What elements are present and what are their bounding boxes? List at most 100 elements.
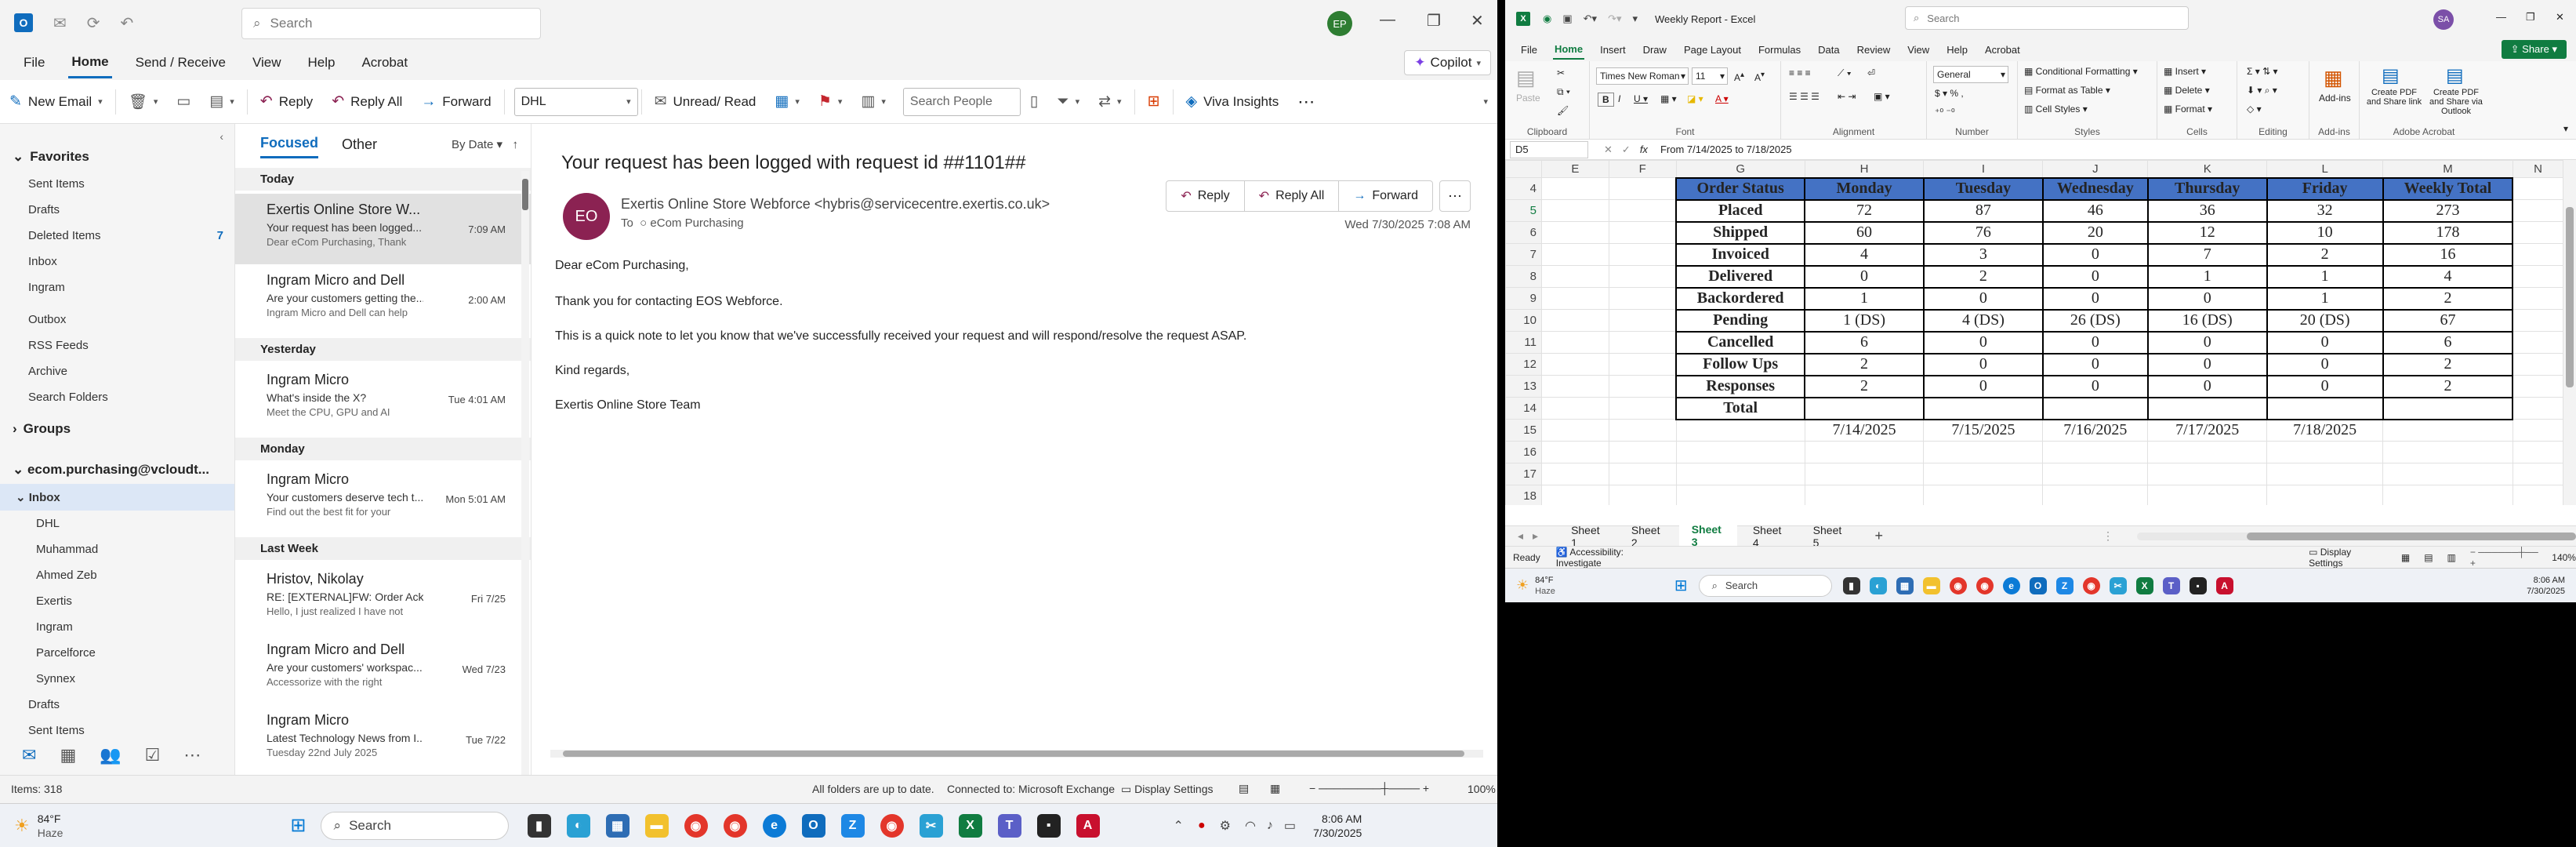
formula-cancel-icon[interactable]: ✕ [1604,144,1613,156]
cell[interactable] [1608,397,1677,420]
tab-other[interactable]: Other [342,136,377,153]
folder-outbox[interactable]: Outbox [0,307,234,333]
data-cell[interactable]: 178 [2382,220,2514,245]
new-email-button[interactable]: ✎ New Email ▾ [0,86,112,118]
excel-search-box[interactable]: ⌕ Search [1905,6,2189,30]
format-as-table-button[interactable]: ▤ Format as Table ▾ [2024,85,2110,96]
cell[interactable] [2512,375,2563,398]
undo-icon[interactable]: ↶ [121,13,134,33]
cell[interactable] [1540,441,1609,463]
horizontal-scrollbar[interactable] [2137,532,2576,540]
chrome-alt-icon[interactable]: ◉ [880,813,904,838]
view-normal-icon[interactable]: ▤ [1239,782,1249,795]
data-cell[interactable]: 36 [2146,198,2268,223]
redo-icon[interactable]: ↷▾ [1608,13,1621,25]
formula-enter-icon[interactable]: ✓ [1622,144,1631,156]
conditional-formatting-button[interactable]: ▦ Conditional Formatting ▾ [2024,66,2138,77]
cell[interactable] [1608,177,1677,200]
cell[interactable] [1675,485,1805,505]
chrome-icon[interactable]: ◉ [1949,576,1967,594]
mail-icon[interactable]: ✉ [22,745,36,765]
row-label-cell[interactable]: Delivered [1675,264,1806,289]
cell[interactable] [1804,441,1925,463]
app-dark-icon[interactable]: ▪ [1036,813,1061,838]
row-header[interactable]: 6 [1505,221,1542,244]
cell[interactable] [2266,485,2384,505]
bold-icon[interactable]: B [1598,93,1614,107]
menu-formulas[interactable]: Formulas [1757,41,1802,59]
tray-battery-icon[interactable]: ▭ [1284,818,1296,834]
align-top-icon[interactable]: ≡ ≡ ≡ [1789,67,1811,78]
next-sheet-icon[interactable]: ▸ [1533,529,1538,543]
data-cell[interactable]: 0 [2146,374,2268,398]
cell[interactable] [1540,287,1609,310]
edge-icon[interactable]: e [2002,576,2020,594]
cell[interactable] [1608,221,1677,244]
close-icon[interactable]: ✕ [1471,11,1484,31]
subfolder-exertis[interactable]: Exertis [0,588,234,614]
data-cell[interactable]: 0 [1804,264,1925,289]
folder-ingram[interactable]: Ingram [0,274,234,300]
cell[interactable] [2512,419,2563,442]
data-cell[interactable]: 87 [1922,198,2044,223]
data-cell[interactable]: 10 [2266,220,2384,245]
cell[interactable] [1608,463,1677,485]
more-apps-icon[interactable]: ⋯ [183,745,201,765]
cell[interactable] [2512,177,2563,200]
cell[interactable] [2042,441,2149,463]
data-cell[interactable]: 1 [2146,264,2268,289]
weather-widget[interactable]: 84°F Haze [1535,575,1555,597]
cell[interactable] [1608,441,1677,463]
cell[interactable] [1923,485,2044,505]
data-cell[interactable]: 2 [1804,374,1925,398]
date-cell[interactable]: 7/16/2025 [2042,419,2149,442]
row-header[interactable]: 17 [1505,463,1542,485]
data-cell[interactable]: 0 [2041,242,2149,267]
cell[interactable] [2512,309,2563,332]
column-header[interactable]: M [2382,160,2513,178]
app-icon[interactable]: ◐ [566,813,590,838]
data-cell[interactable]: 0 [1922,374,2044,398]
subfolder-ahmed-zeb[interactable]: Ahmed Zeb [0,562,234,588]
people-icon[interactable]: 👥 [100,745,121,765]
categorize-button[interactable]: ▦ ▾ [765,86,808,118]
mail-icon[interactable]: ✉ [53,13,67,33]
decimal-icon[interactable]: ⁺⁰ ⁻⁰ [1935,107,1955,118]
flag-button[interactable]: ⚑ ▾ [809,86,852,118]
create-pdf-outlook-label[interactable]: Create PDF and Share via Outlook [2425,88,2487,116]
data-cell[interactable]: 26 (DS) [2041,308,2149,333]
cell[interactable] [2512,485,2563,505]
column-header[interactable]: K [2147,160,2268,178]
list-scrollbar[interactable] [521,171,529,775]
copy-icon[interactable]: ⧉ ▾ [1557,86,1570,98]
row-label-cell[interactable]: Shipped [1675,220,1806,245]
reading-hscrollbar[interactable] [550,750,1483,758]
data-cell[interactable]: 2 [2382,352,2514,376]
undo-icon[interactable]: ↶▾ [1584,13,1597,25]
cell[interactable] [1675,463,1805,485]
cell[interactable] [1675,419,1805,442]
cell[interactable] [1923,463,2044,485]
row-label-cell[interactable]: Total [1675,396,1806,420]
format-painter-icon[interactable]: 🖌 [1557,105,1569,116]
cell[interactable] [1804,463,1925,485]
data-cell[interactable]: 20 [2041,220,2149,245]
menu-file[interactable]: File [20,49,48,77]
data-cell[interactable]: 32 [2266,198,2384,223]
row-header[interactable]: 18 [1505,485,1542,505]
font-size-select[interactable]: 11 ▾ [1692,67,1728,85]
minimize-icon[interactable]: — [1380,11,1395,29]
data-cell[interactable]: 12 [2146,220,2268,245]
insert-cells-button[interactable]: ▦ Insert ▾ [2164,66,2206,77]
cell[interactable] [1608,287,1677,310]
collapse-pane-icon[interactable]: ‹ [0,124,234,143]
teams-icon[interactable]: T [2162,576,2180,594]
autosum-icon[interactable]: Σ ▾ ⇅ ▾ [2247,66,2278,77]
table-header-cell[interactable]: Friday [2266,176,2384,201]
data-cell[interactable]: 0 [2041,352,2149,376]
row-header[interactable]: 13 [1505,375,1542,398]
cell[interactable] [1608,243,1677,266]
folder-rss-feeds[interactable]: RSS Feeds [0,333,234,358]
menu-review[interactable]: Review [1856,41,1892,59]
data-cell[interactable] [1922,396,2044,420]
